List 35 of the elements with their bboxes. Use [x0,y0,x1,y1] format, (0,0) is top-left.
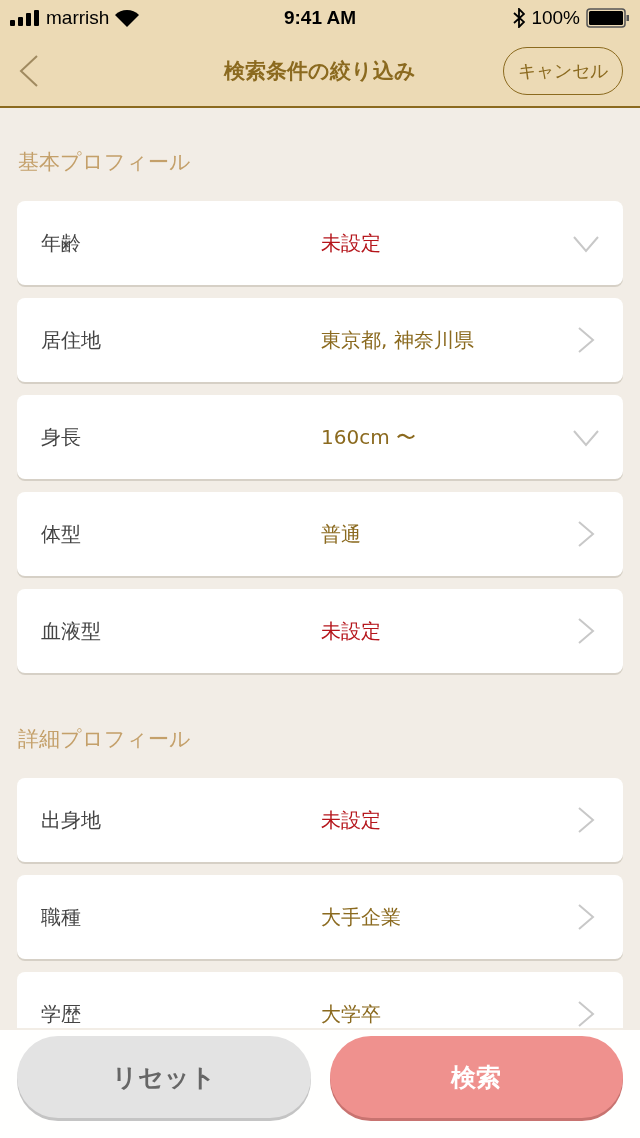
row-value: 160cm 〜 [321,423,417,451]
signal-icon [10,10,40,26]
filter-row[interactable]: 職種 大手企業 [17,875,623,959]
clock-time: 9:41 AM [283,7,357,29]
row-value: 未設定 [321,806,382,834]
row-label: 出身地 [41,806,102,834]
carrier-name: marrish [46,7,110,29]
battery-icon [586,8,630,28]
filter-row[interactable]: 年齢 未設定 [17,201,623,285]
row-label: 身長 [41,423,82,451]
row-label: 血液型 [41,617,102,645]
filter-row[interactable]: 出身地 未設定 [17,778,623,862]
reset-button[interactable]: リセット [17,1036,311,1118]
row-value: 未設定 [321,617,382,645]
wifi-icon [115,9,140,27]
filter-row[interactable]: 体型 普通 [17,492,623,576]
filter-row[interactable]: 血液型 未設定 [17,589,623,673]
row-label: 職種 [41,903,82,931]
row-value: 普通 [321,520,362,548]
row-value: 大学卒 [321,1000,382,1028]
row-label: 学歴 [41,1000,82,1028]
filter-row[interactable]: 居住地 東京都, 神奈川県 [17,298,623,382]
row-value: 東京都, 神奈川県 [321,326,475,354]
row-value: 大手企業 [321,903,402,931]
section-header: 基本プロフィール [17,149,192,176]
section-header: 詳細プロフィール [17,726,192,753]
row-value: 未設定 [321,229,382,257]
battery-percent: 100% [531,7,580,29]
filter-row[interactable]: 学歴 大学卒 [17,972,623,1028]
filter-row[interactable]: 身長 160cm 〜 [17,395,623,479]
row-label: 年齢 [41,229,82,257]
row-label: 体型 [41,520,82,548]
row-label: 居住地 [41,326,102,354]
screen-title: 検索条件の絞り込み [224,59,416,83]
bluetooth-icon [513,8,526,28]
